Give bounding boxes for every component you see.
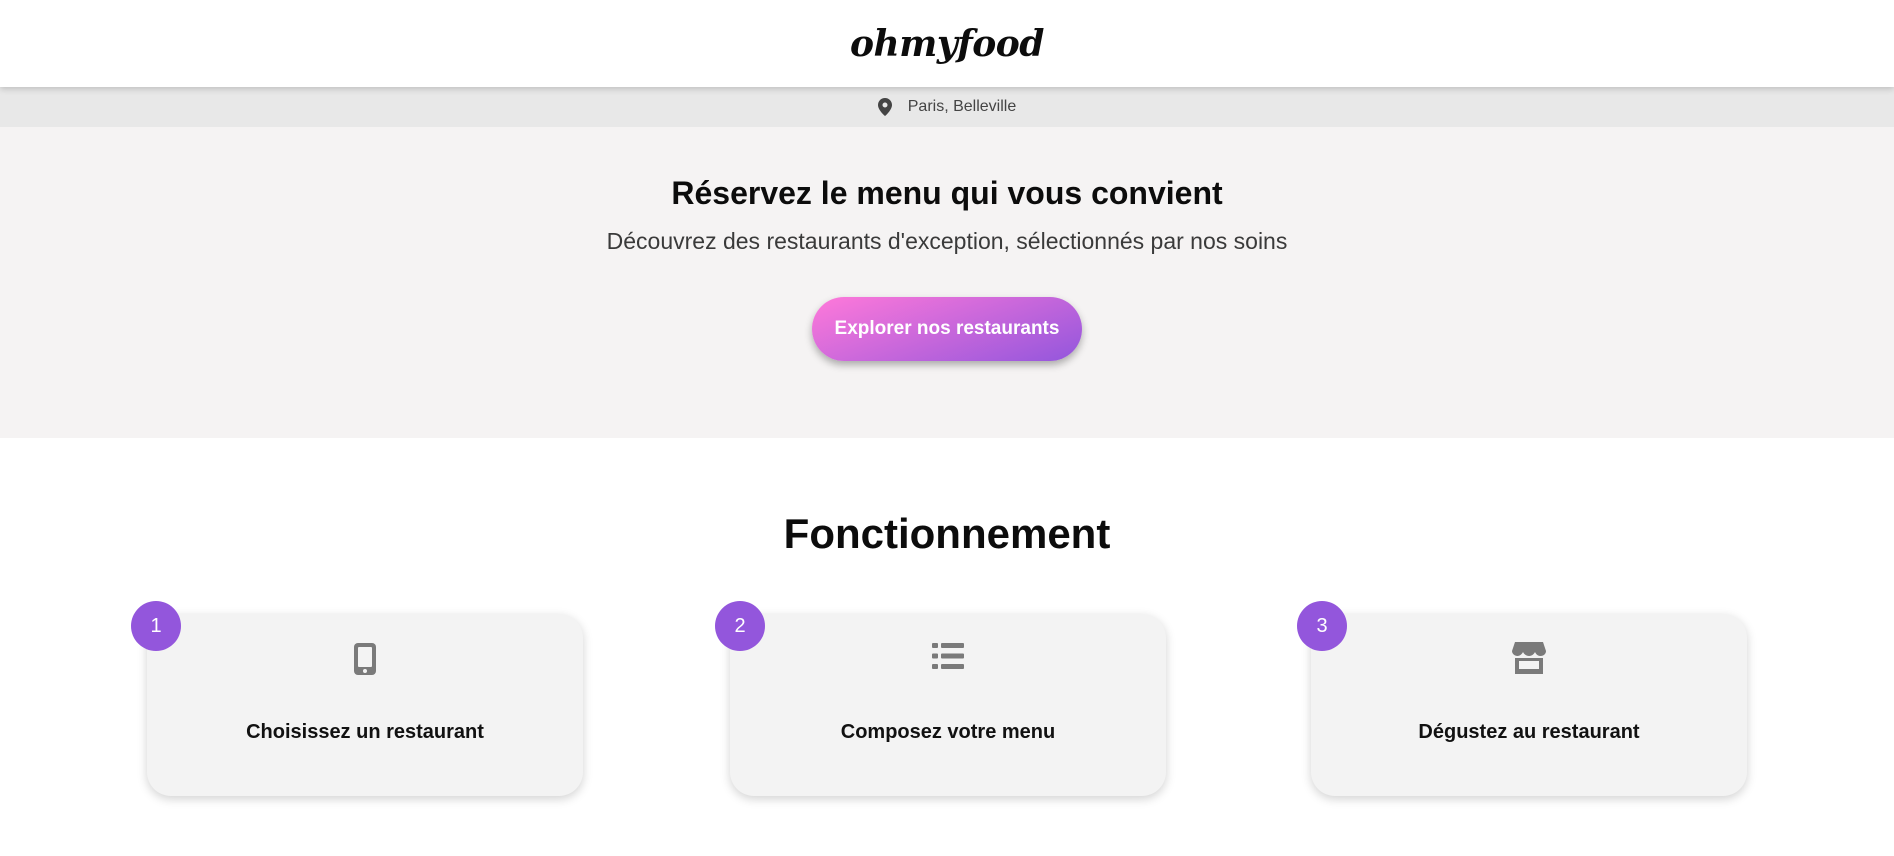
step-number-badge: 3 (1297, 601, 1347, 651)
step-card: Choisissez un restaurant (147, 614, 583, 796)
store-icon (1512, 642, 1546, 674)
step-number-badge: 2 (715, 601, 765, 651)
how-it-works-section: Fonctionnement 1 Choisissez un restauran… (0, 438, 1894, 834)
location-bar: Paris, Belleville (0, 87, 1894, 127)
explore-restaurants-button[interactable]: Explorer nos restaurants (812, 297, 1082, 361)
map-pin-icon (877, 98, 892, 116)
step-label: Composez votre menu (840, 721, 1056, 743)
site-header: ohmyfood (0, 0, 1894, 87)
step-label: Choisissez un restaurant (246, 721, 484, 743)
hero-title: Réservez le menu qui vous convient (671, 175, 1223, 211)
hero-subtitle: Découvrez des restaurants d'exception, s… (606, 228, 1288, 254)
step-number-badge: 1 (131, 601, 181, 651)
hero-section: Réservez le menu qui vous convient Décou… (0, 127, 1894, 438)
mobile-phone-icon (353, 642, 377, 676)
step-label: Dégustez au restaurant (1418, 721, 1640, 743)
logo[interactable]: ohmyfood (850, 23, 1044, 65)
step-card: Composez votre menu (730, 614, 1166, 796)
steps-list: 1 Choisissez un restaurant 2 Composez vo… (0, 594, 1894, 834)
section-title: Fonctionnement (783, 510, 1111, 557)
step-card: Dégustez au restaurant (1311, 614, 1747, 796)
location-text: Paris, Belleville (907, 98, 1017, 115)
list-icon (932, 642, 964, 670)
